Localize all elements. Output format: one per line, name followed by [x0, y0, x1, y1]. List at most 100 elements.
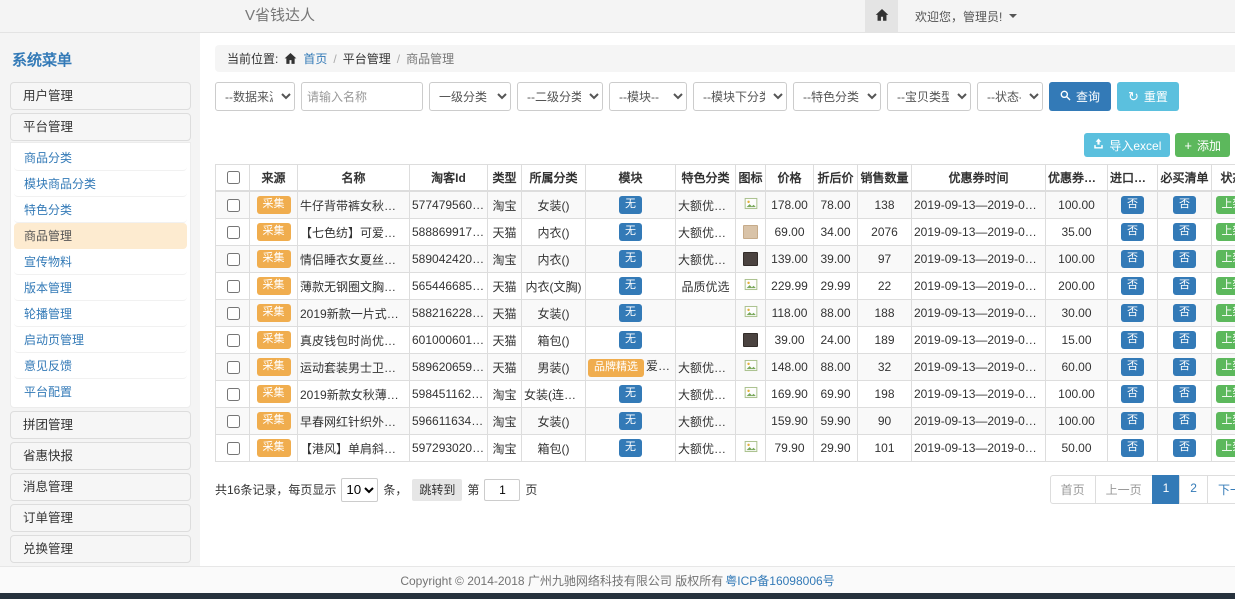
- icon-cell: [736, 300, 766, 327]
- sidebar-group[interactable]: 消息管理: [10, 473, 191, 501]
- row-checkbox[interactable]: [227, 388, 240, 401]
- pager-button[interactable]: 上一页: [1095, 475, 1153, 504]
- sidebar-item[interactable]: 启动页管理: [14, 327, 187, 353]
- sidebar-group[interactable]: 订单管理: [10, 504, 191, 532]
- imported-toggle[interactable]: 否: [1121, 277, 1144, 295]
- row-checkbox[interactable]: [227, 442, 240, 455]
- imported-toggle[interactable]: 否: [1121, 196, 1144, 214]
- icon-cell: [736, 246, 766, 273]
- user-menu[interactable]: 欢迎您，管理员!: [905, 0, 1027, 32]
- imported-toggle[interactable]: 否: [1121, 223, 1144, 241]
- module-cell: 无: [586, 300, 676, 327]
- status-toggle[interactable]: 上架: [1216, 277, 1235, 295]
- sidebar-item[interactable]: 宣传物料: [14, 249, 187, 275]
- icon-cell: [736, 381, 766, 408]
- pager-button[interactable]: 首页: [1050, 475, 1096, 504]
- must-buy-toggle[interactable]: 否: [1173, 250, 1196, 268]
- jump-page-input[interactable]: [484, 479, 520, 501]
- filter-select-module-subcategory[interactable]: --模块下分类--: [693, 82, 787, 111]
- row-checkbox[interactable]: [227, 280, 240, 293]
- row-checkbox[interactable]: [227, 334, 240, 347]
- pager-button[interactable]: 2: [1179, 475, 1208, 504]
- must-buy-toggle[interactable]: 否: [1173, 412, 1196, 430]
- sidebar-item[interactable]: 平台配置: [14, 379, 187, 405]
- sidebar-item[interactable]: 商品管理: [14, 223, 187, 249]
- name-search-input[interactable]: [301, 82, 423, 111]
- must-buy-toggle[interactable]: 否: [1173, 358, 1196, 376]
- sidebar-group[interactable]: 省惠快报: [10, 442, 191, 470]
- caret-down-icon: [1009, 14, 1017, 18]
- sidebar-item[interactable]: 商品分类: [14, 145, 187, 171]
- imported-toggle[interactable]: 否: [1121, 439, 1144, 457]
- status-toggle[interactable]: 上架: [1216, 250, 1235, 268]
- row-checkbox[interactable]: [227, 361, 240, 374]
- coupon-time: 2019-09-13—2019-09-20: [912, 327, 1046, 354]
- status-toggle[interactable]: 上架: [1216, 412, 1235, 430]
- status-toggle[interactable]: 上架: [1216, 439, 1235, 457]
- product-category: 女装(): [522, 408, 586, 435]
- icp-link[interactable]: 粤ICP备16098006号: [725, 572, 834, 589]
- status-toggle[interactable]: 上架: [1216, 196, 1235, 214]
- price: 69.00: [766, 219, 814, 246]
- pager-button[interactable]: 1: [1152, 475, 1181, 504]
- status-toggle[interactable]: 上架: [1216, 331, 1235, 349]
- filter-select-item-type[interactable]: --宝贝类型--: [887, 82, 971, 111]
- product-type: 淘宝: [488, 408, 522, 435]
- must-buy-toggle[interactable]: 否: [1173, 385, 1196, 403]
- imported-toggle[interactable]: 否: [1121, 331, 1144, 349]
- pager-button[interactable]: 下一页: [1207, 475, 1235, 504]
- import-excel-button[interactable]: 导入excel: [1084, 133, 1170, 157]
- imported-toggle[interactable]: 否: [1121, 412, 1144, 430]
- module-cell: 无: [586, 246, 676, 273]
- status-toggle[interactable]: 上架: [1216, 304, 1235, 322]
- col-source: 来源: [250, 165, 298, 192]
- row-checkbox[interactable]: [227, 199, 240, 212]
- filter-select-level1-category[interactable]: 一级分类: [429, 82, 511, 111]
- imported-toggle[interactable]: 否: [1121, 304, 1144, 322]
- row-checkbox[interactable]: [227, 307, 240, 320]
- search-button[interactable]: 查询: [1049, 82, 1111, 111]
- filter-select-level2-category[interactable]: --二级分类--: [517, 82, 603, 111]
- sidebar-group[interactable]: 兑换管理: [10, 535, 191, 563]
- home-button[interactable]: [865, 0, 898, 32]
- must-buy-toggle[interactable]: 否: [1173, 331, 1196, 349]
- sidebar-group[interactable]: 平台管理: [10, 113, 191, 141]
- sales-count: 189: [858, 327, 912, 354]
- product-image-icon: [744, 307, 758, 321]
- status-toggle[interactable]: 上架: [1216, 358, 1235, 376]
- status-toggle[interactable]: 上架: [1216, 223, 1235, 241]
- row-checkbox[interactable]: [227, 253, 240, 266]
- col-module: 模块: [586, 165, 676, 192]
- status-toggle[interactable]: 上架: [1216, 385, 1235, 403]
- sidebar-item[interactable]: 特色分类: [14, 197, 187, 223]
- select-all-checkbox[interactable]: [227, 171, 240, 184]
- sidebar-item[interactable]: 意见反馈: [14, 353, 187, 379]
- table-row: 采集早春网红针织外套女春...596611634525淘宝女装()无大额优惠券1…: [216, 408, 1235, 435]
- breadcrumb-home-link[interactable]: 首页: [303, 50, 327, 67]
- filter-select-feature-category[interactable]: --特色分类--: [793, 82, 881, 111]
- sidebar-group[interactable]: 用户管理: [10, 82, 191, 110]
- per-page-select[interactable]: 10: [341, 478, 378, 502]
- imported-toggle[interactable]: 否: [1121, 250, 1144, 268]
- add-button[interactable]: + 添加: [1175, 133, 1230, 157]
- discount-price: 78.00: [814, 191, 858, 219]
- imported-toggle[interactable]: 否: [1121, 385, 1144, 403]
- filter-select-module[interactable]: --模块--: [609, 82, 687, 111]
- row-checkbox[interactable]: [227, 415, 240, 428]
- sidebar-item[interactable]: 轮播管理: [14, 301, 187, 327]
- must-buy-toggle[interactable]: 否: [1173, 223, 1196, 241]
- jump-button[interactable]: 跳转到: [412, 479, 462, 501]
- row-checkbox[interactable]: [227, 226, 240, 239]
- filter-select-data-source[interactable]: --数据来源--: [215, 82, 295, 111]
- sidebar-item[interactable]: 版本管理: [14, 275, 187, 301]
- must-buy-toggle[interactable]: 否: [1173, 304, 1196, 322]
- must-buy-toggle[interactable]: 否: [1173, 439, 1196, 457]
- must-buy-toggle[interactable]: 否: [1173, 196, 1196, 214]
- sidebar-group[interactable]: 拼团管理: [10, 411, 191, 439]
- reset-button[interactable]: ↻ 重置: [1117, 82, 1179, 111]
- footer: Copyright © 2014-2018 广州九驰网络科技有限公司 版权所有 …: [0, 566, 1235, 593]
- sidebar-item[interactable]: 模块商品分类: [14, 171, 187, 197]
- imported-toggle[interactable]: 否: [1121, 358, 1144, 376]
- filter-select-status[interactable]: --状态--: [977, 82, 1043, 111]
- must-buy-toggle[interactable]: 否: [1173, 277, 1196, 295]
